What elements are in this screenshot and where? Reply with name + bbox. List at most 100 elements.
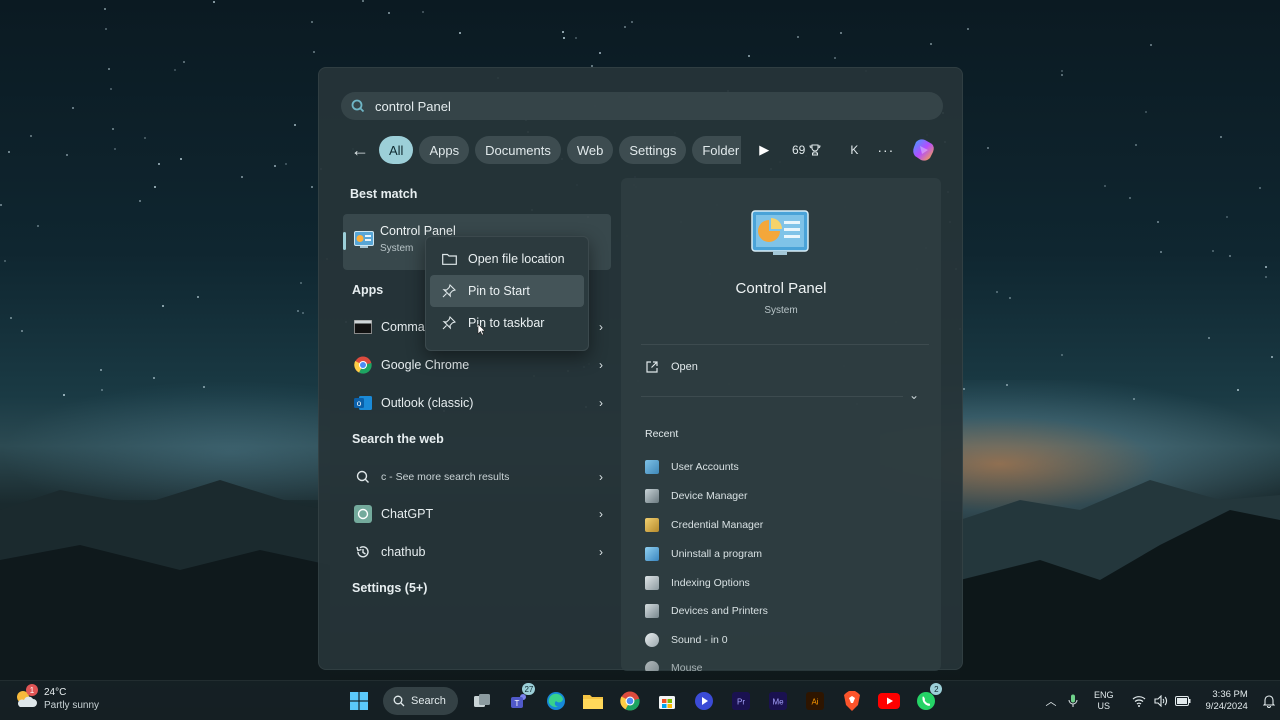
star [1061, 74, 1063, 76]
wifi-icon[interactable] [1131, 693, 1147, 709]
recent-item-credential-manager[interactable]: Credential Manager [645, 516, 763, 534]
search-input[interactable] [375, 98, 875, 114]
weather-widget[interactable]: 1 24°C Partly sunny [14, 684, 99, 712]
star [1212, 250, 1214, 252]
media-encoder-icon[interactable]: Me [762, 685, 794, 717]
brave-icon[interactable] [836, 685, 868, 717]
star [144, 137, 146, 139]
selection-indicator [343, 232, 346, 250]
web-result-chathub[interactable]: chathub › [343, 535, 611, 569]
search-box[interactable] [341, 92, 943, 120]
open-action[interactable]: Open [645, 360, 698, 374]
programs-icon [645, 547, 659, 561]
rewards-points[interactable]: 69 [792, 143, 821, 157]
star [1160, 251, 1162, 253]
app-result-google-chrome[interactable]: Google Chrome › [343, 348, 611, 382]
star [294, 124, 296, 126]
star [562, 31, 564, 33]
filter-chip-documents[interactable]: Documents [475, 136, 561, 164]
chevron-right-icon[interactable]: › [591, 545, 611, 559]
best-match-subtitle: System [380, 243, 414, 254]
taskbar-apps: Search T 27 Pr Me Ai 2 [340, 683, 945, 717]
chevron-right-icon[interactable]: › [591, 320, 611, 334]
web-result-label: chathub [381, 545, 426, 559]
rewards-points-value: 69 [792, 143, 806, 157]
more-filters-arrow-icon[interactable]: ▶ [753, 139, 775, 161]
edge-icon[interactable] [540, 685, 572, 717]
best-match-heading: Best match [350, 187, 418, 201]
file-explorer-icon[interactable] [577, 685, 609, 717]
volume-icon[interactable] [1153, 693, 1169, 709]
teams-badge: 27 [522, 683, 536, 695]
star [1265, 276, 1267, 278]
region-code: US [1097, 701, 1111, 711]
mouse-cursor-icon [477, 324, 485, 336]
filter-chip-apps[interactable]: Apps [419, 136, 470, 164]
printer-icon [645, 604, 659, 618]
recent-item-mouse[interactable]: Mouse [645, 659, 703, 671]
premiere-pro-icon[interactable]: Pr [725, 685, 757, 717]
star [153, 377, 155, 379]
recent-item-device-manager[interactable]: Device Manager [645, 487, 747, 505]
recent-item-sound[interactable]: Sound - in 0 [645, 631, 728, 649]
chevron-right-icon[interactable]: › [591, 470, 611, 484]
filter-chip-folders[interactable]: Folder [692, 136, 742, 164]
star [213, 1, 215, 3]
youtube-icon[interactable] [873, 685, 905, 717]
device-manager-icon [645, 489, 659, 503]
battery-icon[interactable] [1174, 693, 1191, 709]
clock[interactable]: 3:36 PM 9/24/2024 [1206, 689, 1248, 713]
search-icon [351, 99, 365, 113]
web-result-chatgpt[interactable]: ChatGPT › [343, 497, 611, 531]
recent-item-indexing-options[interactable]: Indexing Options [645, 574, 750, 592]
microphone-icon[interactable] [1065, 693, 1081, 709]
filter-chip-web[interactable]: Web [566, 136, 614, 164]
star [834, 57, 836, 59]
divider [641, 396, 903, 397]
star [930, 43, 932, 45]
back-arrow-icon[interactable]: ← [347, 137, 373, 163]
recent-item-label: Credential Manager [671, 519, 764, 531]
language-indicator[interactable]: ENG US [1094, 690, 1114, 712]
chrome-icon[interactable] [614, 685, 646, 717]
chevron-right-icon[interactable]: › [591, 396, 611, 410]
settings-heading[interactable]: Settings (5+) [352, 581, 427, 595]
filter-chip-settings[interactable]: Settings [619, 136, 687, 164]
recent-item-user-accounts[interactable]: User Accounts [645, 458, 739, 476]
star [987, 147, 989, 149]
microsoft-store-icon[interactable] [651, 685, 683, 717]
more-options-icon[interactable]: ··· [877, 142, 894, 158]
chevron-down-icon[interactable]: ⌄ [909, 388, 919, 402]
account-avatar[interactable]: K [843, 139, 865, 161]
star [63, 394, 65, 396]
svg-text:Pr: Pr [737, 698, 745, 707]
filter-chip-all[interactable]: All [379, 136, 414, 164]
recent-item-uninstall-program[interactable]: Uninstall a program [645, 545, 762, 563]
show-hidden-icons-chevron-icon[interactable]: ︿ [1043, 693, 1059, 709]
star [362, 0, 364, 2]
menu-item-pin-to-start[interactable]: Pin to Start [430, 275, 584, 307]
open-external-icon [646, 361, 658, 373]
menu-item-open-file-location[interactable]: Open file location [430, 243, 584, 275]
chevron-right-icon[interactable]: › [591, 358, 611, 372]
recent-item-label: User Accounts [671, 461, 739, 473]
recent-item-devices-printers[interactable]: Devices and Printers [645, 602, 768, 620]
star [203, 386, 205, 388]
teams-icon[interactable]: T 27 [503, 683, 536, 717]
chevron-right-icon[interactable]: › [591, 507, 611, 521]
illustrator-icon[interactable]: Ai [799, 685, 831, 717]
whatsapp-icon[interactable]: 2 [910, 683, 943, 717]
app-result-outlook[interactable]: o Outlook (classic) › [343, 386, 611, 420]
windows-start-icon[interactable] [343, 685, 375, 717]
star [996, 291, 998, 293]
copilot-icon[interactable] [910, 136, 938, 164]
menu-item-pin-to-taskbar[interactable]: Pin to taskbar [430, 307, 584, 339]
taskbar-search-button[interactable]: Search [383, 687, 458, 715]
recent-item-label: Mouse [671, 662, 703, 671]
task-view-icon[interactable] [466, 685, 498, 717]
search-icon [393, 695, 405, 707]
media-player-icon[interactable] [688, 685, 720, 717]
notification-bell-icon[interactable] [1261, 693, 1277, 709]
web-result-more-results[interactable]: c - See more search results › [343, 460, 611, 494]
star [1265, 266, 1267, 268]
